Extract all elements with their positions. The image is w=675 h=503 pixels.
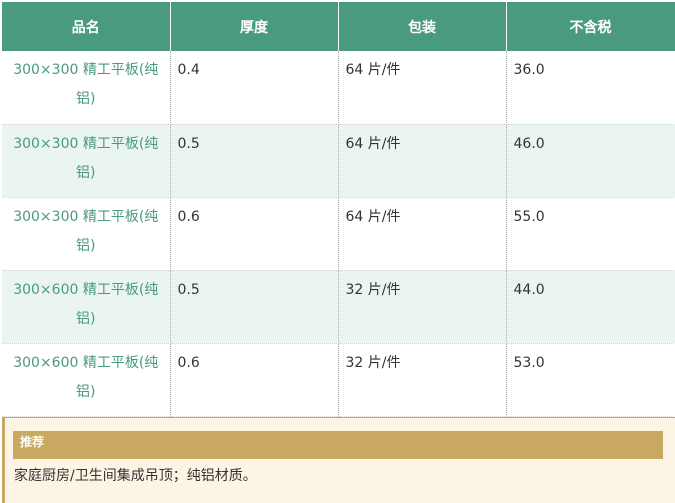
table-row: 300×300 精工平板(纯铝) 0.6 64 片/件 55.0 bbox=[2, 197, 675, 271]
recommend-box: 推荐 家庭厨房/卫生间集成吊顶；纯铝材质。 bbox=[2, 417, 675, 503]
package-cell: 32 片/件 bbox=[337, 343, 507, 417]
table-row: 300×600 精工平板(纯铝) 0.6 32 片/件 53.0 bbox=[2, 343, 675, 417]
table-row: 300×300 精工平板(纯铝) 0.4 64 片/件 36.0 bbox=[2, 51, 675, 125]
recommend-text: 家庭厨房/卫生间集成吊顶；纯铝材质。 bbox=[14, 468, 257, 484]
thickness-cell: 0.5 bbox=[169, 124, 339, 198]
header-package: 包装 bbox=[337, 2, 507, 51]
header-thickness: 厚度 bbox=[169, 2, 339, 51]
price-cell: 53.0 bbox=[505, 343, 675, 417]
recommend-title: 推荐 bbox=[13, 431, 663, 459]
thickness-cell: 0.6 bbox=[169, 197, 339, 271]
product-name-cell: 300×300 精工平板(纯铝) bbox=[2, 197, 171, 271]
table-row: 300×600 精工平板(纯铝) 0.5 32 片/件 44.0 bbox=[2, 270, 675, 344]
product-name-cell: 300×300 精工平板(纯铝) bbox=[2, 51, 171, 125]
page: 品名 厚度 包装 不含税 300×300 精工平板(纯铝) 0.4 64 片/件… bbox=[0, 0, 675, 503]
header-price: 不含税 bbox=[505, 2, 675, 51]
thickness-cell: 0.6 bbox=[169, 343, 339, 417]
price-cell: 46.0 bbox=[505, 124, 675, 198]
product-name-cell: 300×600 精工平板(纯铝) bbox=[2, 270, 171, 344]
product-name-cell: 300×300 精工平板(纯铝) bbox=[2, 124, 171, 198]
price-table: 品名 厚度 包装 不含税 300×300 精工平板(纯铝) 0.4 64 片/件… bbox=[2, 2, 675, 417]
package-cell: 64 片/件 bbox=[337, 197, 507, 271]
product-name-cell: 300×600 精工平板(纯铝) bbox=[2, 343, 171, 417]
package-cell: 32 片/件 bbox=[337, 270, 507, 344]
price-cell: 55.0 bbox=[505, 197, 675, 271]
thickness-cell: 0.5 bbox=[169, 270, 339, 344]
table-header-row: 品名 厚度 包装 不含税 bbox=[2, 2, 675, 51]
price-cell: 44.0 bbox=[505, 270, 675, 344]
price-cell: 36.0 bbox=[505, 51, 675, 125]
table-row: 300×300 精工平板(纯铝) 0.5 64 片/件 46.0 bbox=[2, 124, 675, 198]
thickness-cell: 0.4 bbox=[169, 51, 339, 125]
package-cell: 64 片/件 bbox=[337, 51, 507, 125]
package-cell: 64 片/件 bbox=[337, 124, 507, 198]
header-name: 品名 bbox=[2, 2, 171, 51]
